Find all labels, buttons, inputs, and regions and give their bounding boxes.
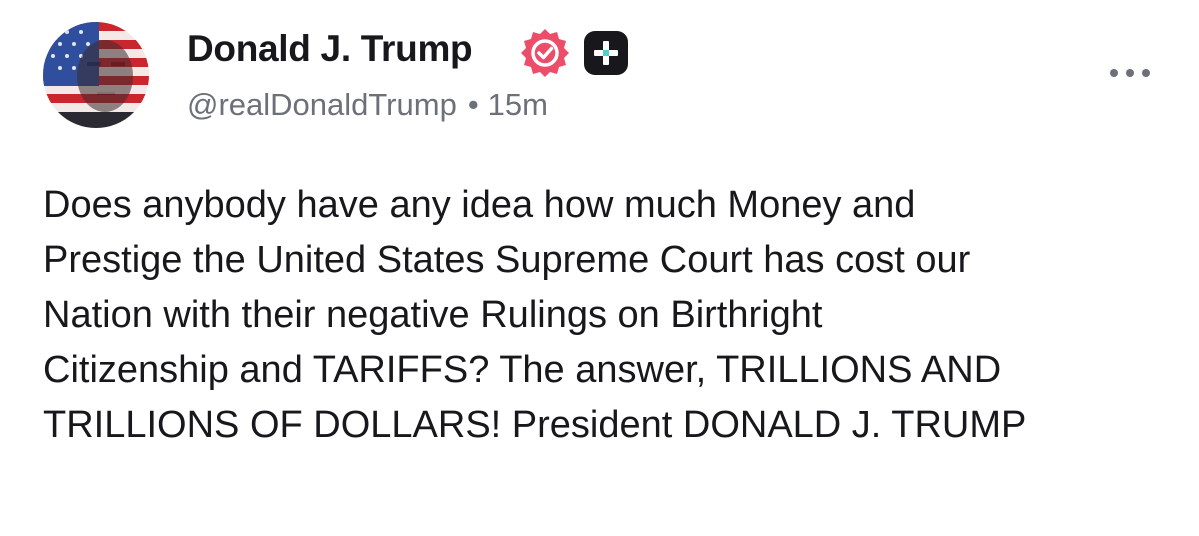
post-text-line: Prestige the United States Supreme Court… bbox=[43, 239, 971, 281]
post-text-line: Does anybody have any idea how much Mone… bbox=[43, 184, 916, 226]
display-name[interactable]: Donald J. Trump bbox=[187, 28, 473, 70]
avatar[interactable] bbox=[43, 22, 149, 128]
post-text-line: Citizenship and TARIFFS? The answer, TRI… bbox=[43, 349, 1002, 391]
avatar-image bbox=[43, 22, 149, 128]
post-card: Donald J. Trump @realDonaldTrump • 15m Doe… bbox=[0, 0, 1199, 536]
timestamp[interactable]: 15m bbox=[488, 87, 548, 122]
post-text-line: Nation with their negative Rulings on Bi… bbox=[43, 294, 823, 336]
post-text-line: TRILLIONS OF DOLLARS! President DONALD J… bbox=[43, 404, 1027, 446]
more-options-icon[interactable] bbox=[1108, 62, 1152, 84]
post-text: Does anybody have any idea how much Mone… bbox=[43, 178, 1163, 453]
post-meta: @realDonaldTrump • 15m bbox=[187, 87, 548, 123]
verified-badge-icon bbox=[521, 29, 569, 77]
plus-badge-icon bbox=[584, 31, 628, 75]
meta-separator: • bbox=[467, 87, 479, 122]
handle[interactable]: @realDonaldTrump bbox=[187, 87, 457, 122]
